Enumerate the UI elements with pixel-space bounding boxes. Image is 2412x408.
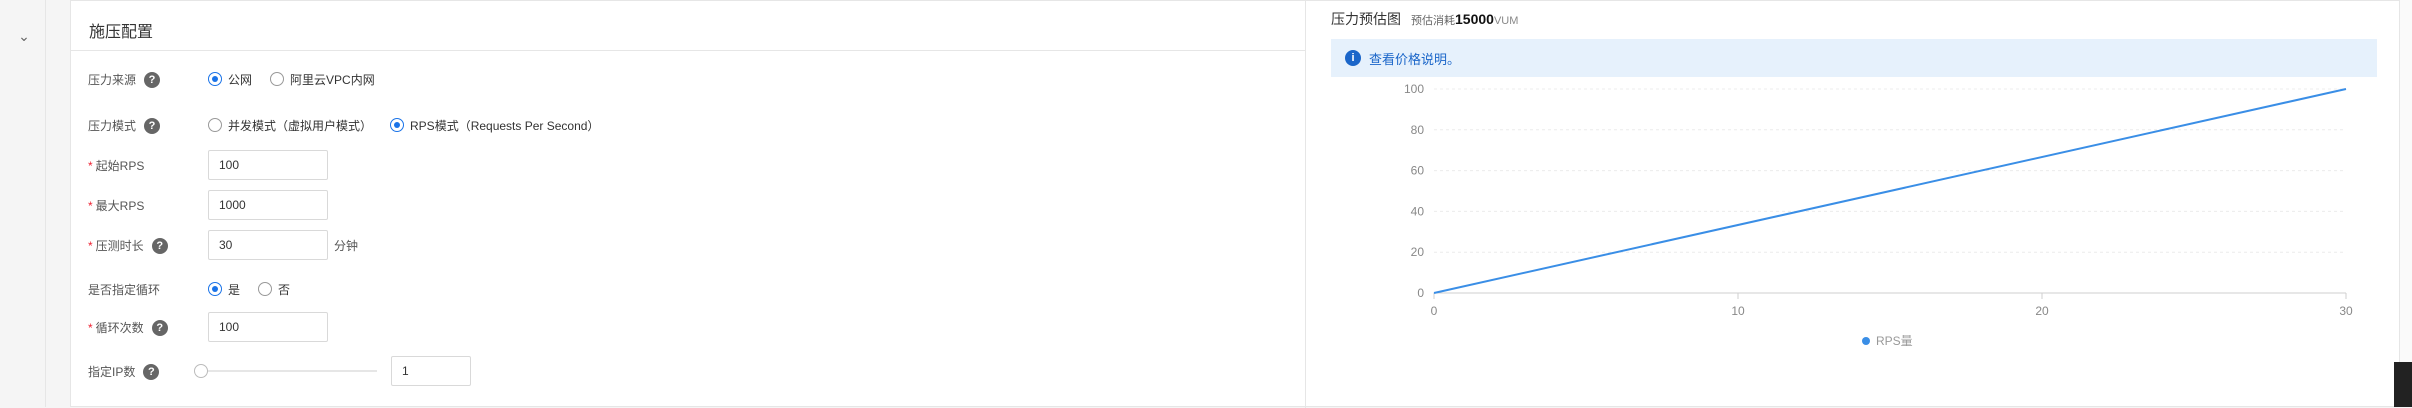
loop-count-row: * 循环次数 ? 100 <box>71 311 1306 343</box>
y-tick-label: 20 <box>1411 245 1425 259</box>
series-line <box>1433 88 2347 294</box>
duration-label: * 压测时长 ? <box>88 237 168 254</box>
help-icon[interactable]: ? <box>144 117 161 134</box>
pressure-mode-concurrent[interactable]: 并发模式（虚拟用户模式） <box>208 117 372 134</box>
left-rail: ⌄ <box>0 0 46 407</box>
main-panel: 施压配置 压力来源 ? 公网 阿里云VPC内网 压力模式 ? 并发模式（虚拟用户… <box>70 0 2401 408</box>
max-rps-row: * 最大RPS 1000 <box>71 189 1306 221</box>
pressure-source-label: 压力来源 ? <box>88 71 161 88</box>
loop-row: 是否指定循环 是 否 <box>71 273 1306 305</box>
x-tick-label: 30 <box>2339 304 2353 318</box>
y-tick-label: 40 <box>1411 204 1425 218</box>
help-icon[interactable]: ? <box>151 319 168 336</box>
loop-radio-group: 是 否 <box>208 273 308 305</box>
right-gutter <box>2400 0 2412 407</box>
radio-checked-icon[interactable] <box>208 72 222 86</box>
pressure-source-row: 压力来源 ? 公网 阿里云VPC内网 <box>71 63 1306 95</box>
radio-unchecked-icon[interactable] <box>208 118 222 132</box>
radio-unchecked-icon[interactable] <box>258 282 273 296</box>
pressure-source-vpc[interactable]: 阿里云VPC内网 <box>270 71 375 88</box>
loop-count-input[interactable]: 100 <box>208 312 328 342</box>
chevron-down-icon[interactable]: ⌄ <box>16 28 32 44</box>
pressure-mode-row: 压力模式 ? 并发模式（虚拟用户模式） RPS模式（Requests Per S… <box>71 109 1306 141</box>
ip-count-slider[interactable] <box>194 364 377 378</box>
legend-label: RPS量 <box>1876 334 1913 348</box>
pressure-config-section: 施压配置 压力来源 ? 公网 阿里云VPC内网 压力模式 ? 并发模式（虚拟用户… <box>71 1 1306 408</box>
ip-count-input[interactable]: 1 <box>391 356 471 386</box>
y-tick-label: 80 <box>1411 123 1425 137</box>
pressure-estimate-chart-section: 压力预估图 预估消耗 15000 VUM i 查看价格说明。 0 20 40 60 80… <box>1307 1 2401 408</box>
config-header: 施压配置 <box>71 1 1305 51</box>
config-title: 施压配置 <box>89 24 154 41</box>
slider-handle[interactable] <box>194 364 208 378</box>
pressure-mode-label: 压力模式 ? <box>88 117 161 134</box>
radio-unchecked-icon[interactable] <box>270 72 285 86</box>
loop-label: 是否指定循环 <box>88 283 161 297</box>
x-tick-label: 20 <box>2035 304 2049 318</box>
loop-no[interactable]: 否 <box>258 281 290 298</box>
help-icon[interactable]: ? <box>143 363 160 380</box>
duration-unit: 分钟 <box>334 238 359 253</box>
pressure-source-public[interactable]: 公网 <box>208 71 252 88</box>
max-rps-label: * 最大RPS <box>88 198 145 214</box>
duration-row: * 压测时长 ? 30 分钟 <box>71 229 1306 261</box>
pressure-mode-radio-group: 并发模式（虚拟用户模式） RPS模式（Requests Per Second） <box>208 109 617 141</box>
help-icon[interactable]: ? <box>144 71 161 88</box>
pressure-mode-rps[interactable]: RPS模式（Requests Per Second） <box>390 117 599 134</box>
rps-line-chart: 0 20 40 60 80 100 0 10 20 30 RPS量 <box>1404 82 2353 348</box>
y-tick-label: 100 <box>1404 82 1424 96</box>
y-tick-label: 0 <box>1417 286 1424 300</box>
y-tick-label: 60 <box>1411 164 1425 178</box>
radio-checked-icon[interactable] <box>208 282 222 296</box>
loop-count-label: * 循环次数 ? <box>88 319 168 336</box>
loop-yes[interactable]: 是 <box>208 281 240 298</box>
start-rps-label: * 起始RPS <box>88 158 145 174</box>
duration-input[interactable]: 30 <box>208 230 328 260</box>
radio-checked-icon[interactable] <box>390 118 405 132</box>
x-tick-label: 0 <box>1431 304 1438 318</box>
pressure-source-radio-group: 公网 阿里云VPC内网 <box>208 63 393 95</box>
x-tick-label: 10 <box>1731 304 1745 318</box>
ip-count-row: 指定IP数 ? 1 <box>71 355 1306 387</box>
ip-count-label: 指定IP数 ? <box>88 363 160 380</box>
help-icon[interactable]: ? <box>151 237 168 254</box>
scrollbar-thumb[interactable] <box>2394 362 2412 407</box>
start-rps-input[interactable]: 100 <box>208 150 328 180</box>
legend-marker <box>1862 337 1870 345</box>
start-rps-row: * 起始RPS 100 <box>71 149 1306 181</box>
max-rps-input[interactable]: 1000 <box>208 190 328 220</box>
